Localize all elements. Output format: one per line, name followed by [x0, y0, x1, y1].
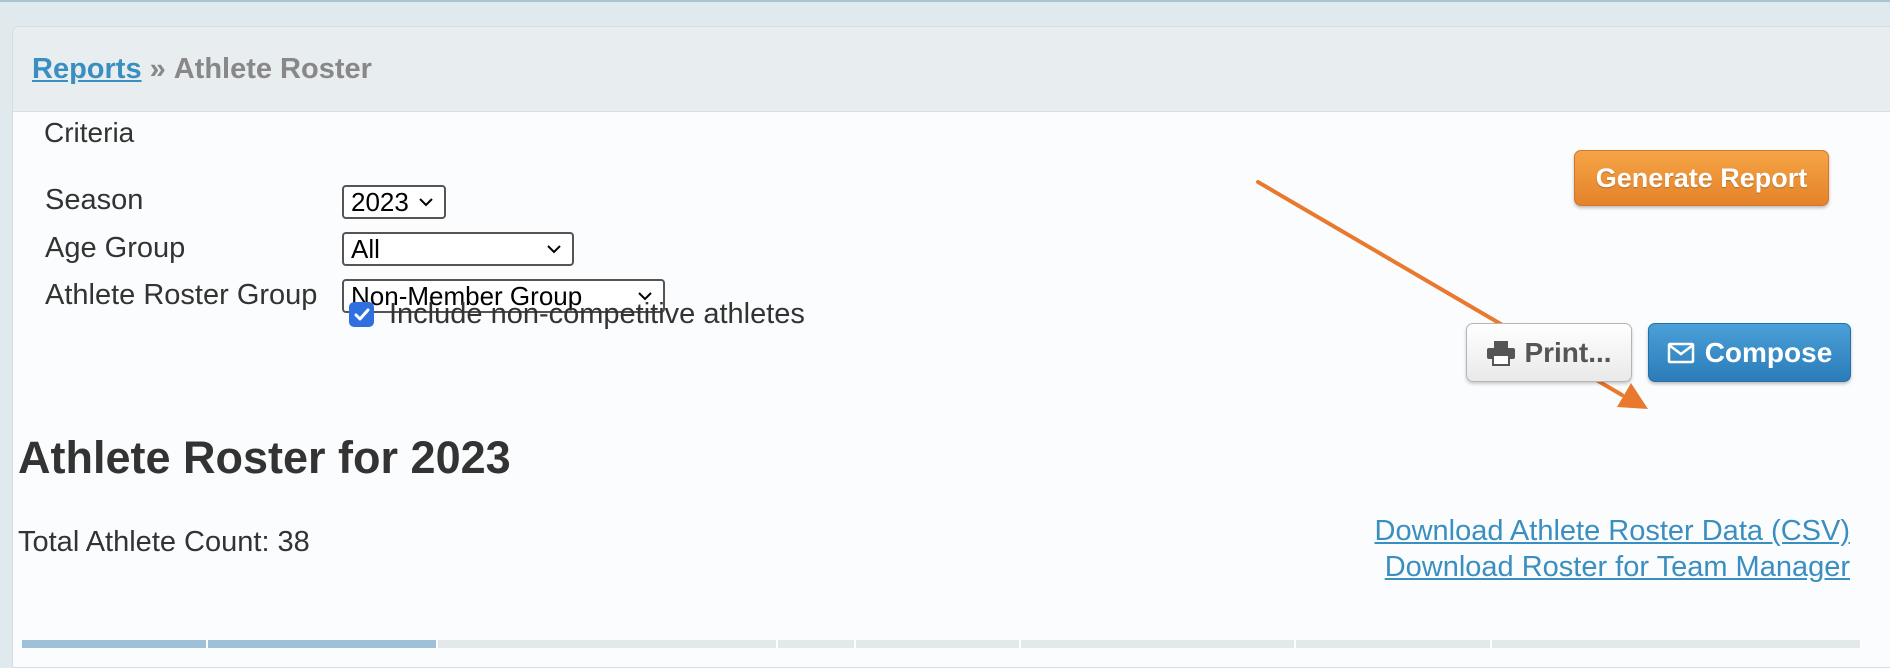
download-team-manager-link[interactable]: Download Roster for Team Manager	[1385, 551, 1850, 584]
age-group-label: Age Group	[45, 232, 186, 264]
generate-report-button[interactable]: Generate Report	[1574, 150, 1829, 206]
breadcrumb-separator: »	[149, 52, 166, 85]
compose-button[interactable]: Compose	[1648, 323, 1851, 382]
table-header-cell[interactable]	[438, 640, 778, 648]
roster-group-label: Athlete Roster Group	[45, 279, 318, 311]
table-header-cell[interactable]	[1492, 640, 1862, 648]
criteria-heading: Criteria	[44, 117, 135, 148]
season-label: Season	[45, 184, 144, 216]
table-header-cell[interactable]	[856, 640, 1021, 648]
include-noncompetitive-checkbox[interactable]	[349, 302, 374, 327]
chevron-down-icon	[547, 245, 561, 254]
total-athlete-count: Total Athlete Count: 38	[18, 526, 310, 558]
checkmark-icon	[354, 308, 369, 320]
table-header-cell[interactable]	[1021, 640, 1296, 648]
print-button[interactable]: Print...	[1466, 323, 1632, 382]
compose-button-label: Compose	[1704, 336, 1833, 368]
page-title: Athlete Roster for 2023	[18, 432, 511, 483]
table-header-cell[interactable]	[1296, 640, 1492, 648]
season-select-value: 2023	[351, 186, 409, 217]
age-group-select[interactable]: All	[342, 232, 574, 266]
table-header-cell[interactable]	[22, 640, 208, 648]
table-header-cell[interactable]	[778, 640, 856, 648]
breadcrumb-reports-link[interactable]: Reports	[32, 53, 142, 86]
top-border	[0, 0, 1890, 2]
chevron-down-icon	[419, 198, 433, 207]
envelope-icon	[1667, 342, 1694, 363]
roster-table-header	[22, 640, 1862, 648]
print-button-label: Print...	[1524, 336, 1612, 368]
breadcrumb: Reports » Athlete Roster	[13, 27, 1890, 112]
age-group-select-value: All	[351, 233, 380, 264]
season-select[interactable]: 2023	[342, 185, 446, 219]
breadcrumb-current: Athlete Roster	[173, 52, 372, 85]
printer-icon	[1487, 340, 1516, 366]
include-noncompetitive-label[interactable]: Include non-competitive athletes	[389, 298, 805, 331]
download-csv-link[interactable]: Download Athlete Roster Data (CSV)	[1375, 515, 1851, 548]
table-header-cell[interactable]	[208, 640, 438, 648]
